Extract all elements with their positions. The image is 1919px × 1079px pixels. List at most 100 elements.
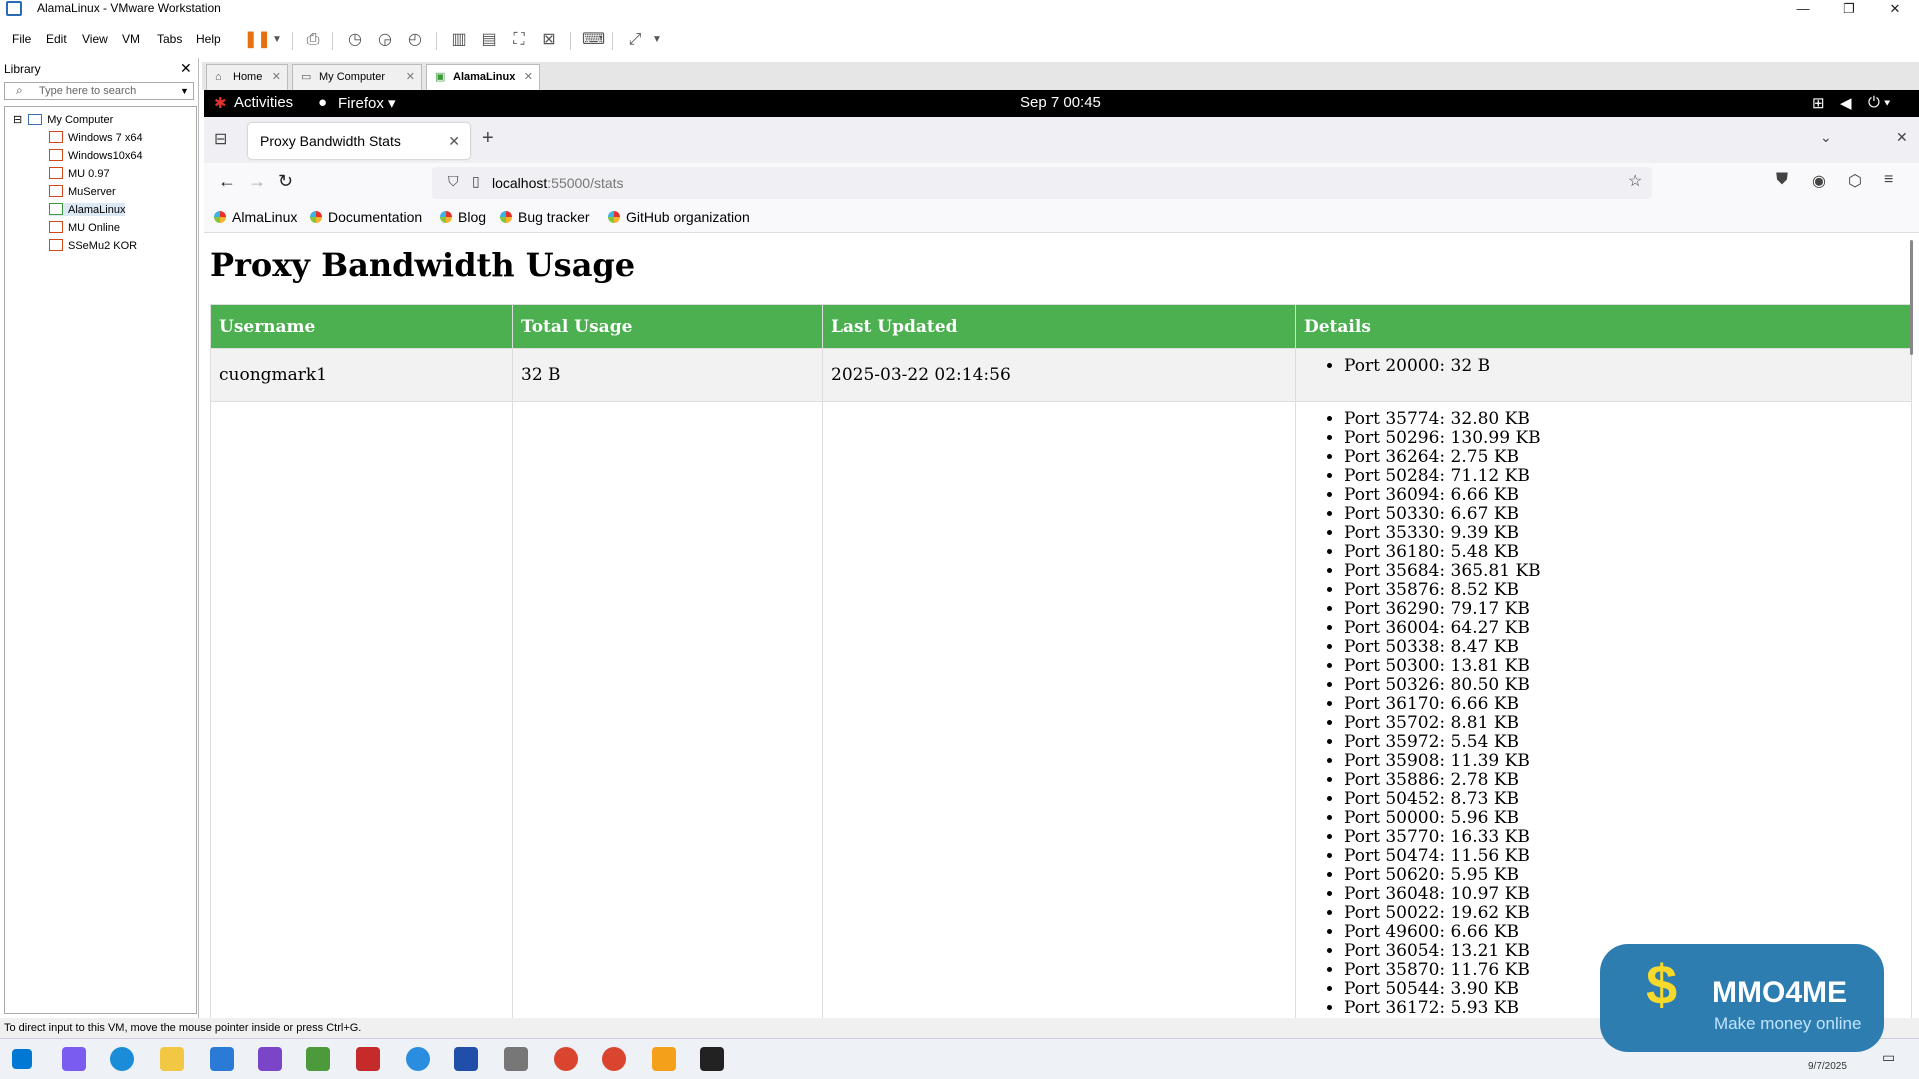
tools-icon[interactable]: [504, 1047, 528, 1071]
terminal-icon[interactable]: [700, 1047, 724, 1071]
new-tab-icon[interactable]: +: [482, 127, 494, 150]
bookmark-documentation[interactable]: Documentation: [310, 209, 422, 225]
start-icon[interactable]: [12, 1049, 32, 1069]
docker-icon[interactable]: [406, 1047, 430, 1071]
chevron-down-icon[interactable]: ⌄: [1820, 129, 1832, 146]
port-list: Port 35774: 32.80 KBPort 50296: 130.99 K…: [1304, 410, 1903, 1018]
chevron-down-icon[interactable]: ▼: [266, 29, 288, 51]
app-icon[interactable]: [454, 1047, 478, 1071]
close-icon[interactable]: ✕: [272, 65, 281, 89]
power-icon[interactable]: ⏻ ▾: [1868, 94, 1890, 111]
tree-item-vm-selected[interactable]: AlamaLinux: [49, 203, 126, 216]
close-icon[interactable]: ✕: [406, 65, 415, 89]
dollar-icon: $: [1646, 953, 1678, 1016]
network-icon[interactable]: ⊞: [1812, 94, 1825, 112]
page-icon[interactable]: ▯: [472, 173, 480, 190]
pocket-icon[interactable]: ⛊: [1776, 171, 1788, 189]
bookmark-almalinux[interactable]: AlmaLinux: [214, 209, 297, 225]
taskbar-date[interactable]: 9/7/2025: [1808, 1061, 1847, 1072]
snapshot-manager-icon[interactable]: ◴: [404, 29, 426, 51]
stretch-icon[interactable]: ⤢: [624, 29, 646, 51]
snapshot-icon[interactable]: ◷: [344, 29, 366, 51]
chevron-down-icon[interactable]: ▼: [180, 86, 189, 96]
thumbnail-bar-icon[interactable]: ▤: [478, 29, 500, 51]
url-bar[interactable]: localhost:55000/stats: [432, 167, 1652, 199]
almalinux-icon: [500, 211, 512, 223]
back-icon[interactable]: ←: [218, 171, 236, 192]
app-icon[interactable]: [356, 1047, 380, 1071]
stats-table: Username Total Usage Last Updated Detail…: [210, 304, 1912, 1018]
tab-alamalinux[interactable]: ▣ AlamaLinux ✕: [426, 64, 540, 90]
console-view-icon[interactable]: ⌨: [582, 29, 605, 51]
clock[interactable]: Sep 7 00:45: [1020, 94, 1101, 111]
port-item: Port 35886: 2.78 KB: [1344, 771, 1903, 790]
edge-icon[interactable]: [110, 1047, 134, 1071]
bookmark-github[interactable]: GitHub organization: [608, 209, 750, 225]
forward-icon[interactable]: →: [248, 171, 266, 192]
port-item: Port 49600: 6.66 KB: [1344, 923, 1903, 942]
menu-help[interactable]: Help: [196, 32, 221, 46]
bookmark-bug-tracker[interactable]: Bug tracker: [500, 209, 590, 225]
revert-snapshot-icon[interactable]: ◶: [374, 29, 396, 51]
cell-total: 32 B: [512, 348, 823, 402]
send-keys-icon[interactable]: ⎙: [302, 29, 324, 51]
volume-icon[interactable]: ◀: [1840, 94, 1852, 112]
chrome-icon[interactable]: [554, 1047, 578, 1071]
chrome-icon[interactable]: [602, 1047, 626, 1071]
web-page: Proxy Bandwidth Usage Username Total Usa…: [204, 234, 1915, 1018]
extensions-icon[interactable]: ⬡: [1848, 171, 1862, 191]
tab-overview-icon[interactable]: ⊟: [214, 129, 227, 149]
menu-edit[interactable]: Edit: [46, 32, 67, 46]
tree-item-vm[interactable]: SSeMu2 KOR: [49, 239, 137, 252]
page-scrollbar[interactable]: [1910, 240, 1913, 355]
tree-item-my-computer[interactable]: ⊟ My Computer: [13, 113, 113, 126]
port-item: Port 36170: 6.66 KB: [1344, 695, 1903, 714]
pause-icon[interactable]: ❚❚: [244, 29, 271, 51]
bookmark-blog[interactable]: Blog: [440, 209, 486, 225]
notifications-icon[interactable]: ▭: [1882, 1049, 1895, 1066]
tab-my-computer[interactable]: ▭ My Computer ✕: [292, 64, 422, 90]
port-item: Port 35908: 11.39 KB: [1344, 752, 1903, 771]
account-icon[interactable]: ◉: [1812, 171, 1826, 191]
close-icon[interactable]: ✕: [180, 60, 192, 77]
menu-file[interactable]: File: [12, 32, 31, 46]
tree-item-vm[interactable]: MU Online: [49, 221, 120, 234]
tree-item-vm[interactable]: Windows 7 x64: [49, 131, 143, 144]
firefox-icon: ●: [318, 94, 328, 111]
vmware-icon[interactable]: [652, 1047, 676, 1071]
library-search-input[interactable]: Type here to search: [4, 82, 194, 100]
sidebar-toggle-icon[interactable]: ▥: [448, 29, 470, 51]
tree-item-vm[interactable]: MU 0.97: [49, 167, 110, 180]
vscode-icon[interactable]: [210, 1047, 234, 1071]
activities-button[interactable]: Activities: [234, 94, 293, 111]
app-menu-button[interactable]: Firefox ▾: [338, 94, 396, 112]
tree-item-vm[interactable]: Windows10x64: [49, 149, 143, 162]
tree-item-vm[interactable]: MuServer: [49, 185, 116, 198]
reload-icon[interactable]: ↻: [278, 171, 293, 192]
unity-icon[interactable]: ⊠: [538, 29, 560, 51]
library-tree: ⊟ My Computer Windows 7 x64 Windows10x64 …: [4, 106, 197, 1014]
visual-studio-icon[interactable]: [258, 1047, 282, 1071]
chevron-down-icon[interactable]: ▼: [646, 29, 668, 51]
copilot-icon[interactable]: [62, 1047, 86, 1071]
menu-view[interactable]: View: [82, 32, 108, 46]
port-item: Port 50338: 8.47 KB: [1344, 638, 1903, 657]
menu-icon[interactable]: ≡: [1884, 171, 1893, 189]
notepad-plus-icon[interactable]: [306, 1047, 330, 1071]
close-icon[interactable]: ✕: [448, 123, 460, 159]
menu-vm[interactable]: VM: [122, 32, 140, 46]
minimize-button[interactable]: —: [1780, 0, 1826, 18]
cell-details: Port 35774: 32.80 KBPort 50296: 130.99 K…: [1295, 401, 1912, 1018]
tab-home[interactable]: ⌂ Home ✕: [206, 64, 288, 90]
fullscreen-icon[interactable]: ⛶: [508, 29, 530, 51]
restore-button[interactable]: ❐: [1826, 0, 1872, 18]
file-explorer-icon[interactable]: [160, 1047, 184, 1071]
close-window-button[interactable]: ✕: [1872, 0, 1918, 18]
close-icon[interactable]: ✕: [524, 65, 533, 89]
close-icon[interactable]: ✕: [1896, 129, 1908, 146]
menu-tabs[interactable]: Tabs: [157, 32, 182, 46]
shield-icon[interactable]: ⛉: [448, 173, 459, 190]
bookmark-star-icon[interactable]: ☆: [1628, 171, 1642, 191]
cell-updated: [822, 401, 1296, 1018]
tab-proxy-stats[interactable]: Proxy Bandwidth Stats ✕: [248, 123, 470, 159]
